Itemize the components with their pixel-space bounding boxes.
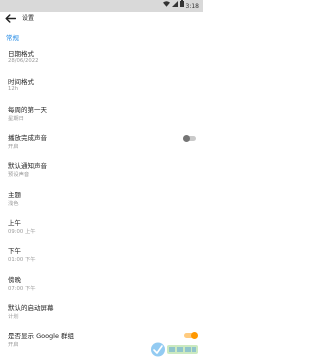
setting-default-start-screen[interactable]: 默认的启动屏幕 计划 <box>0 302 203 324</box>
page-title: 设置 <box>22 15 35 22</box>
setting-first-day-of-week[interactable]: 每周的第一天 星期日 <box>0 104 203 126</box>
section-header-general: 常规 <box>6 34 19 42</box>
setting-theme[interactable]: 主题 浅色 <box>0 189 203 211</box>
toggle-thumb <box>183 135 190 142</box>
setting-title: 下午 <box>8 247 21 255</box>
setting-title: 默认通知声音 <box>8 162 47 170</box>
setting-value: 01:00 下午 <box>8 257 36 263</box>
setting-title: 每周的第一天 <box>8 106 47 114</box>
setting-value: 星期日 <box>8 116 24 122</box>
status-bar: 3:18 <box>0 0 203 12</box>
signal-icon <box>171 0 178 12</box>
arrow-left-icon <box>5 13 16 26</box>
setting-title: 日期格式 <box>8 50 34 58</box>
battery-icon <box>179 0 184 12</box>
watermark-logo <box>150 341 200 358</box>
setting-time-format[interactable]: 时间格式 12h <box>0 76 203 98</box>
setting-title: 播放完成声音 <box>8 134 47 142</box>
setting-value: 开启 <box>8 342 19 348</box>
toolbar: 设置 <box>0 12 203 26</box>
setting-value: 12h <box>8 86 19 92</box>
setting-title: 默认的启动屏幕 <box>8 304 54 312</box>
setting-evening[interactable]: 傍晚 07:00 下午 <box>0 274 203 296</box>
setting-title: 是否显示 Google 群组 <box>8 332 75 340</box>
play-sound-toggle[interactable] <box>183 135 197 143</box>
toggle-thumb <box>191 332 198 339</box>
setting-play-completion-sound[interactable]: 播放完成声音 开启 <box>0 132 203 154</box>
setting-value: 开启 <box>8 144 19 150</box>
status-icons: 3:18 <box>162 0 199 12</box>
back-button[interactable] <box>2 12 18 26</box>
setting-title: 上午 <box>8 219 21 227</box>
settings-screen: 3:18 设置 常规 日期格式 28/06/2022 时间格式 12h 每周的第… <box>0 0 203 360</box>
setting-value: 07:00 下午 <box>8 286 36 292</box>
show-google-groups-toggle[interactable] <box>184 332 198 340</box>
setting-value: 28/06/2022 <box>8 58 39 64</box>
setting-afternoon[interactable]: 下午 01:00 下午 <box>0 245 203 267</box>
setting-value: 浅色 <box>8 201 19 207</box>
wifi-icon <box>162 0 170 12</box>
setting-morning[interactable]: 上午 09:00 上午 <box>0 217 203 239</box>
status-time: 3:18 <box>185 2 199 10</box>
setting-title: 时间格式 <box>8 78 34 86</box>
setting-value: 09:00 上午 <box>8 229 36 235</box>
setting-title: 主题 <box>8 191 21 199</box>
setting-title: 傍晚 <box>8 276 21 284</box>
setting-value: 预设声音 <box>8 172 30 178</box>
setting-value: 计划 <box>8 314 19 320</box>
setting-default-notification-sound[interactable]: 默认通知声音 预设声音 <box>0 160 203 182</box>
setting-date-format[interactable]: 日期格式 28/06/2022 <box>0 48 203 70</box>
